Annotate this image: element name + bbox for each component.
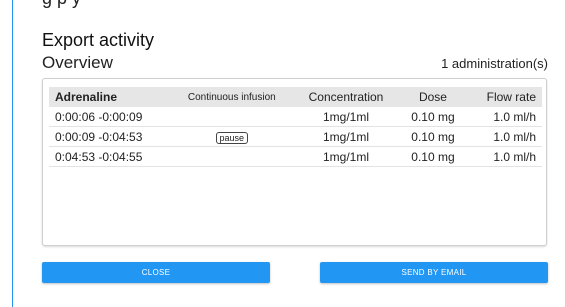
column-header-dose: Dose — [418, 90, 447, 104]
column-header-mode: Continuous infusion — [187, 91, 276, 103]
column-header-flow-rate: Flow rate — [486, 90, 536, 104]
row-time-range: 0:04:53 -0:04:55 — [49, 146, 171, 167]
administration-count: 1 administration(s) — [441, 56, 548, 71]
row-flow-rate: 1.0 ml/h — [466, 146, 542, 167]
cut-off-header-text: g p y — [42, 0, 81, 8]
row-time-range: 0:00:06 -0:00:09 — [49, 107, 171, 127]
pause-badge: pause — [215, 131, 249, 144]
export-activity-dialog: g p y Export activity Overview 1 adminis… — [0, 0, 565, 307]
row-mode — [170, 107, 293, 127]
row-dose: 0.10 mg — [399, 146, 467, 167]
administration-table: Adrenaline Continuous infusion Concentra… — [49, 87, 542, 167]
dialog-title: Export activity — [42, 30, 155, 50]
row-dose: 0.10 mg — [399, 126, 467, 147]
column-header-concentration: Concentration — [308, 90, 384, 104]
row-concentration: 1mg/1ml — [292, 146, 400, 167]
column-header-drug: Adrenaline — [55, 90, 118, 104]
send-by-email-button[interactable]: SEND BY EMAIL — [320, 262, 548, 283]
table-row: 0:00:09 -0:04:53 pause 1mg/1ml 0.10 mg 1… — [49, 126, 542, 147]
row-mode — [170, 146, 293, 167]
row-dose: 0.10 mg — [399, 107, 467, 127]
close-button[interactable]: CLOSE — [42, 262, 270, 283]
overview-table-card: Adrenaline Continuous infusion Concentra… — [42, 78, 547, 246]
row-flow-rate: 1.0 ml/h — [466, 107, 542, 127]
row-concentration: 1mg/1ml — [292, 107, 400, 127]
left-edge-rule — [12, 0, 13, 307]
row-time-range: 0:00:09 -0:04:53 — [49, 126, 171, 147]
row-mode: pause — [170, 126, 293, 147]
table-header-row: Adrenaline Continuous infusion Concentra… — [49, 87, 542, 107]
row-flow-rate: 1.0 ml/h — [466, 126, 542, 147]
overview-title: Overview — [42, 53, 113, 72]
row-concentration: 1mg/1ml — [292, 126, 400, 147]
table-row: 0:00:06 -0:00:09 1mg/1ml 0.10 mg 1.0 ml/… — [49, 107, 542, 127]
table-row: 0:04:53 -0:04:55 1mg/1ml 0.10 mg 1.0 ml/… — [49, 146, 542, 167]
